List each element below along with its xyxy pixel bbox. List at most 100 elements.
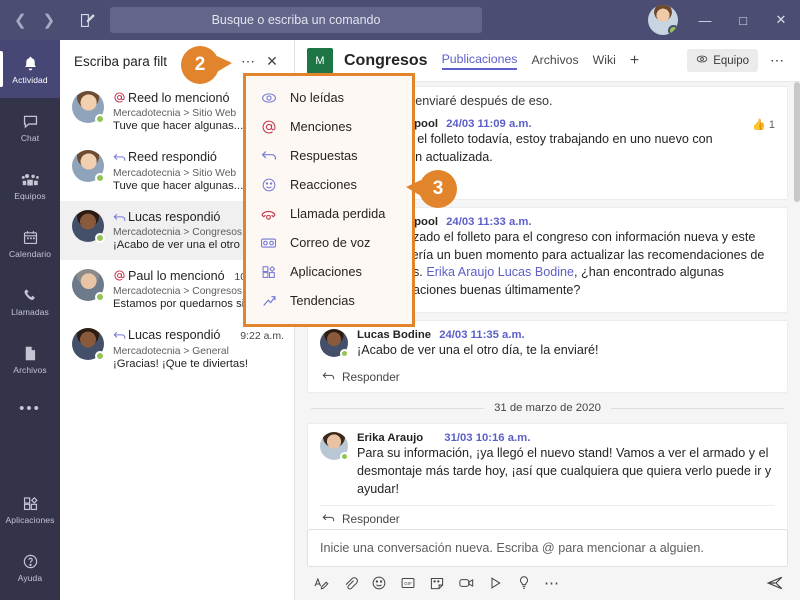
at-mention-icon	[260, 118, 277, 135]
channel-header-actions: Equipo ⋯	[687, 49, 790, 72]
menu-item-respuestas[interactable]: Respuestas	[246, 141, 412, 170]
user-avatar[interactable]	[648, 5, 678, 35]
message-timestamp: 24/03 11:35 a.m.	[439, 329, 525, 342]
more-options-icon[interactable]: ⋯	[544, 574, 560, 592]
sidebar-item-calendario[interactable]: Calendario	[0, 214, 60, 272]
giphy-icon[interactable]: GIF	[400, 575, 416, 591]
minimize-button[interactable]: —	[686, 0, 724, 40]
list-item-time: 9:22 a.m.	[240, 330, 284, 343]
list-item-title: Reed respondió	[113, 150, 254, 165]
message-text: ¡Acabo de ver una el otro día, te la env…	[357, 343, 599, 358]
back-icon[interactable]: ❮	[14, 13, 27, 28]
activity-filter-menu: No leídas Menciones Respuestas Reaccione…	[243, 73, 415, 327]
format-icon[interactable]	[313, 575, 329, 591]
sidebar-item-archivos[interactable]: Archivos	[0, 330, 60, 388]
date-separator: 31 de marzo de 2020	[311, 402, 784, 414]
menu-item-label: Reacciones	[290, 177, 357, 192]
send-icon[interactable]	[766, 575, 784, 591]
menu-item-tendencias[interactable]: Tendencias	[246, 286, 412, 315]
rail-more-button[interactable]: •••	[0, 388, 60, 428]
menu-item-aplicaciones[interactable]: Aplicaciones	[246, 257, 412, 286]
avatar	[320, 432, 349, 461]
nav-arrows: ❮ ❯	[14, 13, 55, 28]
message-timestamp: 31/03 10:16 a.m.	[444, 432, 531, 444]
menu-item-menciones[interactable]: Menciones	[246, 112, 412, 141]
emoji-icon[interactable]	[371, 575, 387, 591]
sidebar-item-equipos[interactable]: Equipos	[0, 156, 60, 214]
attach-icon[interactable]	[342, 575, 358, 591]
praise-icon[interactable]	[517, 575, 531, 591]
reply-button[interactable]: Responder	[320, 504, 775, 528]
menu-item-llamada-perdida[interactable]: Llamada perdida	[246, 199, 412, 228]
tab-wiki[interactable]: Wiki	[593, 53, 616, 69]
thumbs-up-icon: 👍	[752, 118, 766, 131]
rail-bottom-group: Aplicaciones Ayuda	[0, 480, 60, 596]
avatar	[72, 150, 105, 184]
title-bar: ❮ ❯ Busque o escriba un comando — □ ✕	[0, 0, 800, 40]
message: Erika Araujo 31/03 10:16 a.m. Para su in…	[320, 432, 775, 499]
reaction-badge[interactable]: 👍 1	[752, 118, 775, 131]
list-item-title-text: Reed respondió	[128, 150, 217, 165]
channel-tabs: Publicaciones Archivos Wiki +	[441, 52, 639, 70]
menu-item-no-leidas[interactable]: No leídas	[246, 83, 412, 112]
team-button-label: Equipo	[713, 54, 749, 67]
forward-icon[interactable]: ❯	[43, 13, 56, 28]
presence-indicator	[95, 292, 105, 303]
list-item[interactable]: Lucas respondió 9:22 a.m. Mercadotecnia …	[60, 319, 294, 378]
compose-icon[interactable]	[79, 12, 96, 29]
help-icon	[22, 551, 39, 571]
sidebar-label-archivos: Archivos	[13, 365, 47, 375]
sidebar-item-chat[interactable]: Chat	[0, 98, 60, 156]
close-icon[interactable]: ✕	[260, 49, 284, 73]
list-item-title-text: Paul lo mencionó	[128, 269, 225, 284]
callout-number: 2	[194, 54, 206, 75]
presence-indicator	[340, 452, 349, 461]
close-button[interactable]: ✕	[762, 0, 800, 40]
mention-link[interactable]: Erika Araujo Lucas Bodine	[426, 265, 574, 279]
stream-icon[interactable]	[488, 575, 504, 591]
reply-icon	[260, 147, 277, 164]
sidebar-label-ayuda: Ayuda	[17, 573, 43, 583]
bell-icon	[22, 53, 39, 73]
list-item-preview: ¡Gracias! ¡Que te diviertas!	[113, 357, 248, 370]
list-item-title-text: Lucas respondió	[128, 328, 221, 343]
message-text: Para su información, ¡ya llegó el nuevo …	[357, 446, 772, 496]
channel-ellipsis-icon[interactable]: ⋯	[764, 50, 790, 71]
list-item-body: Lucas respondió 9:22 a.m. Mercadotecnia …	[113, 328, 284, 369]
team-avatar: M	[307, 47, 333, 74]
message-meta: Erika Araujo 31/03 10:16 a.m.	[357, 432, 775, 444]
menu-item-correo-de-voz[interactable]: Correo de voz	[246, 228, 412, 257]
separator-line	[610, 407, 784, 409]
team-button[interactable]: Equipo	[687, 49, 758, 72]
add-tab-button[interactable]: +	[630, 52, 639, 69]
tab-publicaciones[interactable]: Publicaciones	[441, 52, 518, 70]
page-title: Congresos	[344, 51, 428, 69]
presence-indicator	[340, 349, 349, 359]
sidebar-item-llamadas[interactable]: Llamadas	[0, 272, 60, 330]
sticker-icon[interactable]	[429, 575, 445, 591]
meet-now-icon[interactable]	[458, 575, 475, 591]
activity-ellipsis-icon[interactable]: ⋯	[236, 49, 260, 73]
app-rail: Actividad Chat Equipos Calendario Llamad…	[0, 40, 60, 600]
reply-button[interactable]: Responder	[320, 366, 775, 386]
message-input[interactable]: Inicie una conversación nueva. Escriba @…	[307, 529, 788, 567]
apps-icon	[22, 493, 39, 513]
tab-archivos[interactable]: Archivos	[531, 53, 578, 69]
menu-item-label: Correo de voz	[290, 235, 371, 250]
menu-item-label: Tendencias	[290, 293, 355, 308]
sidebar-label-llamadas: Llamadas	[11, 307, 49, 317]
sidebar-item-actividad[interactable]: Actividad	[0, 40, 60, 98]
menu-item-label: Menciones	[290, 119, 352, 134]
thread-scrollbar[interactable]	[794, 82, 800, 202]
reply-label: Responder	[342, 370, 400, 384]
message-meta: Lucas Bodine 24/03 11:35 a.m.	[357, 329, 775, 341]
callout-number: 3	[432, 178, 444, 199]
menu-item-reacciones[interactable]: Reacciones	[246, 170, 412, 199]
callout-badge-3: 3	[406, 170, 457, 208]
sidebar-item-ayuda[interactable]: Ayuda	[0, 538, 60, 596]
sidebar-item-aplicaciones[interactable]: Aplicaciones	[0, 480, 60, 538]
files-icon	[22, 343, 38, 363]
search-input[interactable]: Busque o escriba un comando	[110, 7, 482, 33]
maximize-button[interactable]: □	[724, 0, 762, 40]
eye-icon	[696, 53, 708, 68]
